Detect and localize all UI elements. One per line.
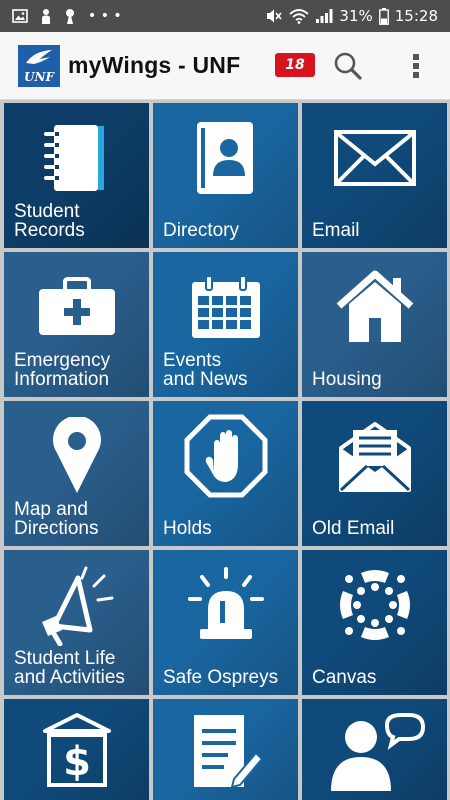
tile-forms[interactable] — [153, 699, 298, 800]
tile-canvas[interactable]: Canvas — [302, 550, 447, 695]
tile-label: Student Records — [14, 201, 85, 241]
status-bar: • • • 31% 15:28 — [0, 0, 450, 32]
siren-icon — [153, 564, 298, 646]
tile-label: Housing — [312, 369, 382, 390]
signal-icon — [316, 9, 333, 23]
tile-label: Events and News — [163, 350, 248, 390]
first-aid-kit-icon — [4, 266, 149, 348]
tile-label: Safe Ospreys — [163, 667, 279, 688]
osprey-wing-icon — [26, 49, 52, 64]
person-icon — [42, 9, 50, 24]
tile-label: Map and Directions — [14, 499, 99, 539]
house-icon — [302, 266, 447, 348]
tile-email[interactable]: Email — [302, 103, 447, 248]
notebook-icon — [4, 117, 149, 199]
search-icon — [334, 52, 362, 80]
wifi-icon — [289, 9, 310, 24]
tile-map-and-directions[interactable]: Map and Directions — [4, 401, 149, 546]
tile-label: Old Email — [312, 518, 395, 539]
mute-icon — [267, 9, 283, 23]
image-icon — [12, 9, 28, 23]
open-envelope-icon — [302, 415, 447, 497]
map-pin-icon — [4, 415, 149, 497]
tile-advising[interactable] — [302, 699, 447, 800]
tile-label: Holds — [163, 518, 212, 539]
overflow-menu-button[interactable] — [404, 50, 428, 82]
app-bar: UNF myWings - UNF 18 — [0, 32, 450, 100]
svg-text:$: $ — [63, 739, 91, 785]
tile-directory[interactable]: Directory — [153, 103, 298, 248]
keyhole-icon — [66, 9, 74, 24]
tile-old-email[interactable]: Old Email — [302, 401, 447, 546]
menu-grid: Student Records Directory Email Emergenc… — [4, 103, 447, 800]
tile-label: Directory — [163, 220, 240, 241]
tile-housing[interactable]: Housing — [302, 252, 447, 397]
search-button[interactable] — [332, 50, 364, 82]
status-right: 31% 15:28 — [265, 7, 438, 25]
person-chat-icon — [302, 709, 447, 793]
tile-student-records[interactable]: Student Records — [4, 103, 149, 248]
app-title: myWings - UNF — [68, 52, 241, 78]
notification-badge[interactable]: 18 — [275, 53, 315, 77]
tile-holds[interactable]: Holds — [153, 401, 298, 546]
logo-text: UNF — [24, 69, 54, 84]
tile-label: Email — [312, 220, 360, 241]
clock: 15:28 — [394, 7, 438, 25]
calendar-icon — [153, 266, 298, 348]
tile-financial[interactable]: $ — [4, 699, 149, 800]
canvas-logo-icon — [302, 564, 447, 646]
envelope-icon — [302, 117, 447, 199]
address-book-icon — [153, 117, 298, 199]
unf-logo: UNF — [18, 44, 60, 87]
megaphone-icon — [4, 564, 149, 646]
tile-label: Student Life and Activities — [14, 648, 125, 688]
battery-percent: 31% — [339, 7, 373, 25]
more-notifications-icon: • • • — [88, 8, 122, 24]
stop-hand-icon — [153, 414, 298, 498]
tile-student-life[interactable]: Student Life and Activities — [4, 550, 149, 695]
tile-label: Emergency Information — [14, 350, 111, 390]
battery-icon — [378, 7, 389, 25]
more-vert-icon — [413, 54, 419, 78]
tile-safe-ospreys[interactable]: Safe Ospreys — [153, 550, 298, 695]
bank-dollar-icon: $ — [4, 709, 149, 793]
tile-label: Canvas — [312, 667, 377, 688]
tile-emergency-information[interactable]: Emergency Information — [4, 252, 149, 397]
status-left: • • • — [12, 8, 122, 24]
document-edit-icon — [153, 709, 298, 793]
tile-events-and-news[interactable]: Events and News — [153, 252, 298, 397]
